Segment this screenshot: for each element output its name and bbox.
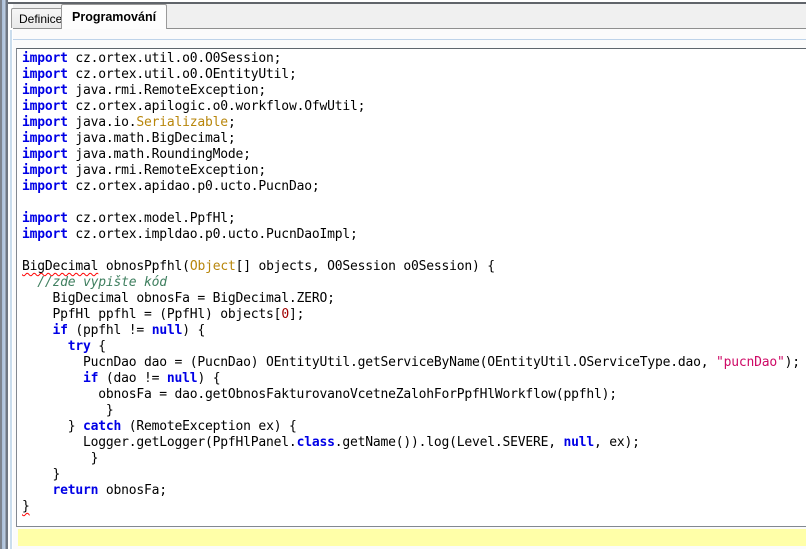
code-line: [22, 195, 806, 211]
code-line: PpfHl ppfhl = (PpfHl) objects[0];: [22, 307, 806, 323]
code-line: import java.math.BigDecimal;: [22, 131, 806, 147]
code-line: }: [22, 467, 806, 483]
code-line: import cz.ortex.apilogic.o0.workflow.Ofw…: [22, 99, 806, 115]
code-line: import java.rmi.RemoteException;: [22, 83, 806, 99]
left-blue-line: [10, 30, 12, 549]
code-line: import cz.ortex.util.o0.OEntityUtil;: [22, 67, 806, 83]
code-line: import cz.ortex.impldao.p0.ucto.PucnDaoI…: [22, 227, 806, 243]
code-line: Logger.getLogger(PpfHlPanel.class.getNam…: [22, 435, 806, 451]
code-line: import java.io.Serializable;: [22, 115, 806, 131]
code-line: import cz.ortex.model.PpfHl;: [22, 211, 806, 227]
code-line: }: [22, 499, 806, 515]
code-line: //zde vypište kód: [22, 275, 806, 291]
tab-programovani[interactable]: Programování: [61, 4, 167, 29]
code-line: [22, 243, 806, 259]
code-editor[interactable]: import cz.ortex.util.o0.O0Session;import…: [16, 48, 806, 527]
code-line: if (ppfhl != null) {: [22, 323, 806, 339]
code-line: if (dao != null) {: [22, 371, 806, 387]
highlight-bar: [18, 529, 806, 546]
code-line: BigDecimal obnosPpfhl(Object[] objects, …: [22, 259, 806, 275]
vertical-splitter[interactable]: [0, 0, 8, 549]
code-line: obnosFa = dao.getObnosFakturovanoVcetneZ…: [22, 387, 806, 403]
code-line: BigDecimal obnosFa = BigDecimal.ZERO;: [22, 291, 806, 307]
code-line: import java.math.RoundingMode;: [22, 147, 806, 163]
code-line: import cz.ortex.util.o0.O0Session;: [22, 51, 806, 67]
code-line: return obnosFa;: [22, 483, 806, 499]
code-line: }: [22, 451, 806, 467]
code-line: } catch (RemoteException ex) {: [22, 419, 806, 435]
content-inner-border: [13, 39, 806, 40]
code-line: import cz.ortex.apidao.p0.ucto.PucnDao;: [22, 179, 806, 195]
code-line: PucnDao dao = (PucnDao) OEntityUtil.getS…: [22, 355, 806, 371]
code-line: try {: [22, 339, 806, 355]
code-line: import java.rmi.RemoteException;: [22, 163, 806, 179]
code-line: }: [22, 403, 806, 419]
